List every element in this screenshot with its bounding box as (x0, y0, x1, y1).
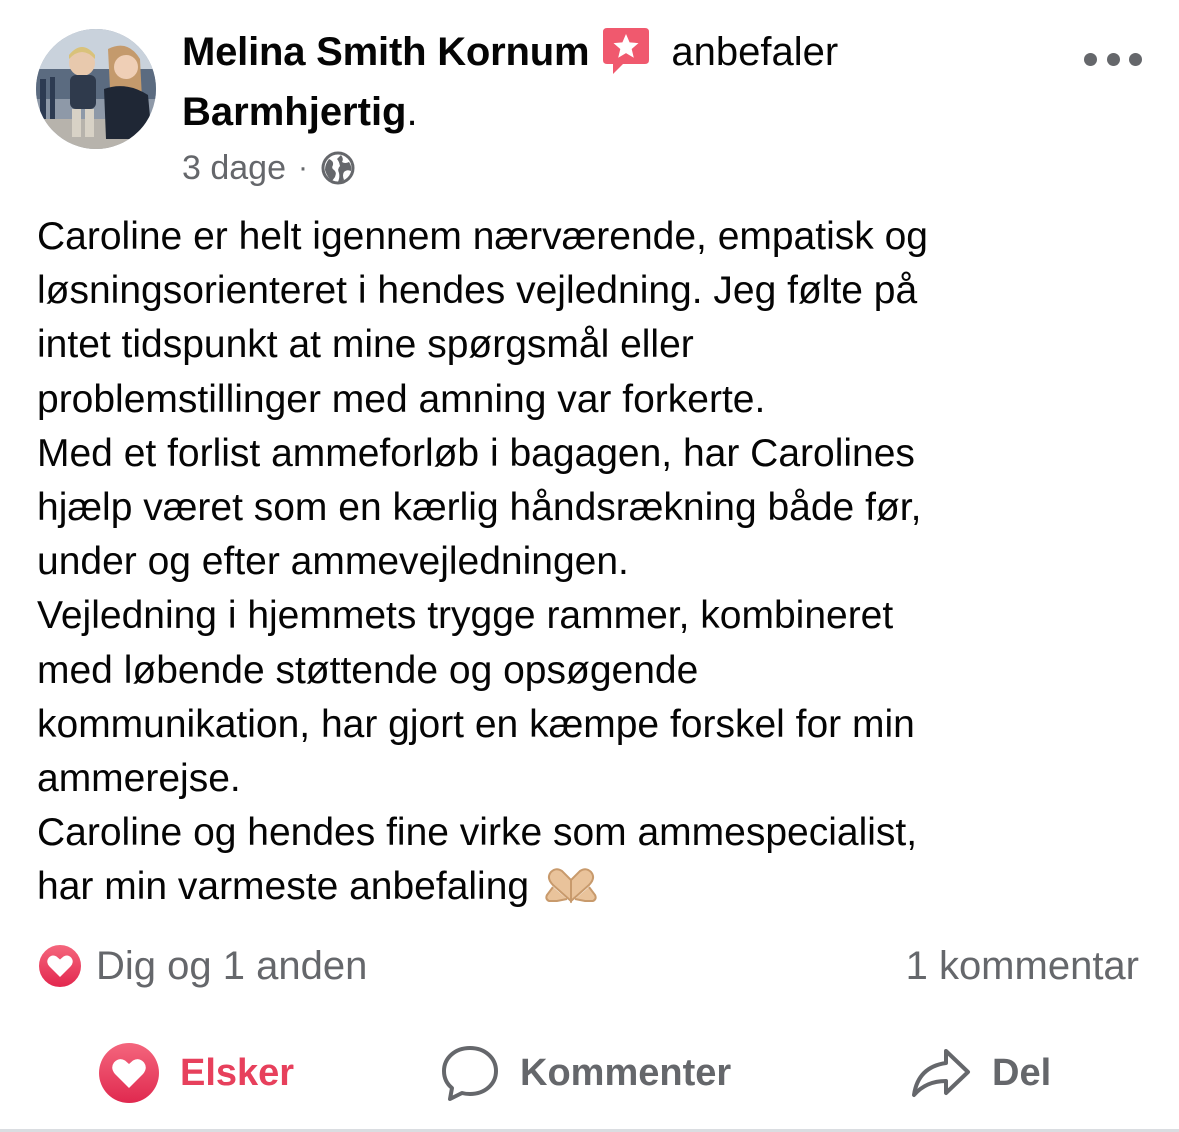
share-button-label: Del (992, 1051, 1052, 1094)
page-name-period: . (406, 89, 418, 134)
comment-bubble-icon (440, 1043, 500, 1103)
post-text-line: løsningsorienteret i hendes vejledning. … (37, 269, 918, 313)
heart-hands-emoji-icon (543, 865, 599, 905)
post-text-line: problemstillinger med amning var forkert… (37, 377, 766, 421)
post-text: Caroline er helt igennem nærværende, emp… (37, 210, 1147, 915)
post-header: Melina Smith Kornum anbefaler (182, 24, 838, 80)
comment-button[interactable]: Kommenter (440, 1038, 731, 1108)
recommends-text: anbefaler (671, 29, 839, 74)
page-name-link[interactable]: Barmhjertig (182, 90, 407, 135)
post-text-line: ammerejse. (37, 757, 241, 801)
love-button[interactable]: Elsker (98, 1038, 294, 1108)
love-reaction-icon (36, 942, 84, 990)
share-arrow-icon (910, 1045, 972, 1101)
globe-icon[interactable] (320, 150, 356, 186)
love-heart-icon (98, 1042, 160, 1104)
post-text-line: Vejledning i hjemmets trygge rammer, kom… (37, 594, 894, 638)
post-text-line: under og efter ammevejledningen. (37, 540, 629, 584)
more-dot (1106, 52, 1120, 66)
comments-count[interactable]: 1 kommentar (906, 940, 1139, 992)
author-avatar[interactable] (36, 29, 156, 149)
meta-separator: · (298, 151, 308, 184)
post-text-line: hjælp været som en kærlig håndsrækning b… (37, 486, 922, 530)
action-bar: Elsker Kommenter Del (0, 1038, 1179, 1108)
recommendation-star-icon (601, 26, 651, 78)
more-options-icon[interactable] (1084, 44, 1142, 74)
post-timestamp[interactable]: 3 dage (182, 149, 286, 188)
post-meta: 3 dage · (182, 146, 356, 190)
comment-button-label: Kommenter (520, 1051, 732, 1094)
more-dot (1129, 52, 1142, 66)
post-text-line: intet tidspunkt at mine spørgsmål eller (37, 323, 694, 367)
love-button-label: Elsker (180, 1051, 295, 1094)
share-button[interactable]: Del (910, 1038, 1051, 1108)
post-text-last-line: har min varmeste anbefaling (37, 860, 1147, 914)
recommended-page: Barmhjertig. (182, 84, 418, 140)
post-text-line: kommunikation, har gjort en kæmpe forske… (37, 702, 915, 746)
author-name[interactable]: Melina Smith Kornum (182, 30, 590, 75)
more-dot (1084, 52, 1097, 66)
profile-photo-avatar (36, 29, 156, 149)
reactions-summary[interactable]: Dig og 1 anden (36, 940, 367, 992)
post-text-line: Caroline er helt igennem nærværende, emp… (37, 215, 928, 258)
post-text-line: har min varmeste anbefaling (37, 865, 530, 909)
reactions-text: Dig og 1 anden (96, 943, 368, 988)
post-text-line: med løbende støttende og opsøgende (37, 648, 699, 692)
post-text-line: Med et forlist ammeforløb i bagagen, har… (37, 431, 915, 475)
post-text-line: Caroline og hendes fine virke som ammesp… (37, 811, 918, 855)
